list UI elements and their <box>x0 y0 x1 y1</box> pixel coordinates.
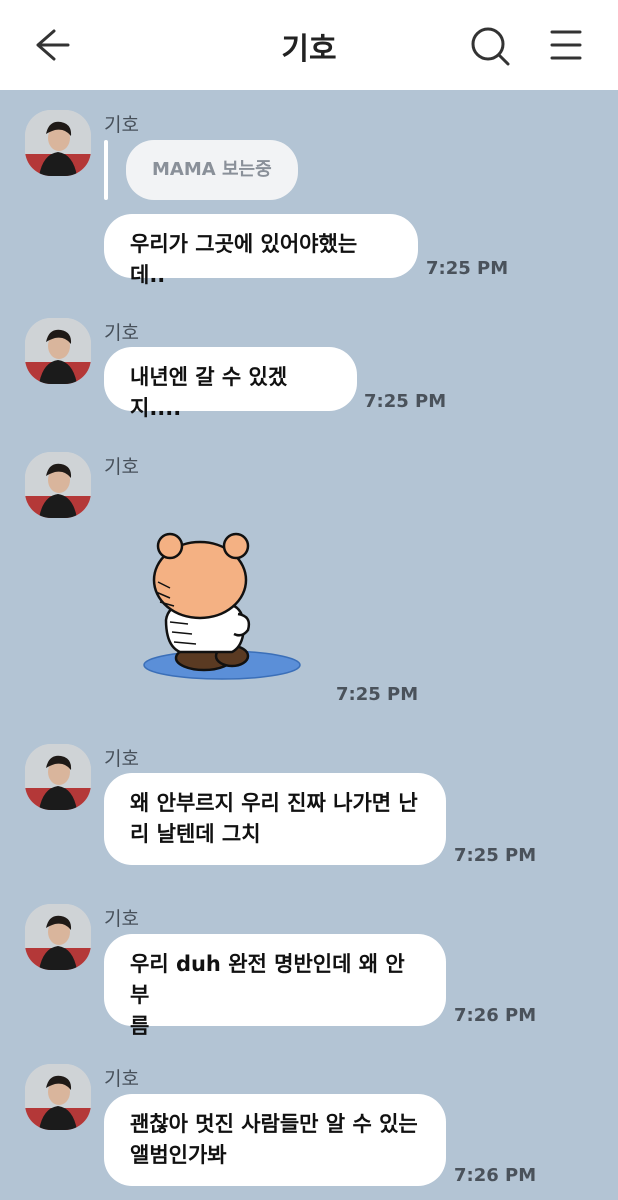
sender-name: 기호 <box>104 748 139 770</box>
avatar[interactable] <box>25 1064 91 1130</box>
avatar[interactable] <box>25 904 91 970</box>
chat-header: 기호 <box>0 0 618 90</box>
search-icon <box>471 27 510 66</box>
profile-photo-icon <box>25 452 91 518</box>
hamburger-menu-icon <box>550 30 582 60</box>
message-time: 7:26 PM <box>454 1005 537 1026</box>
sender-name: 기호 <box>104 908 139 930</box>
message-bubble[interactable]: 우리 duh 완전 명반인데 왜 안부 름 <box>104 934 446 1038</box>
message-time: 7:25 PM <box>454 845 537 866</box>
menu-button[interactable] <box>548 28 584 62</box>
chat-title: 기호 <box>281 32 337 67</box>
profile-photo-icon <box>25 110 91 176</box>
quote-bar <box>104 140 108 200</box>
profile-photo-icon <box>25 318 91 384</box>
message-bubble[interactable]: 우리가 그곳에 있어야했는데.. <box>104 214 418 287</box>
message-time: 7:25 PM <box>426 258 509 279</box>
sticker[interactable] <box>140 530 310 685</box>
quoted-message[interactable]: MAMA 보는중 <box>126 140 298 200</box>
message-bubble[interactable]: 왜 안부르지 우리 진짜 나가면 난 리 날텐데 그치 <box>104 773 446 865</box>
sender-name: 기호 <box>104 322 139 344</box>
profile-photo-icon <box>25 1064 91 1130</box>
message-bubble[interactable]: 내년엔 갈 수 있겠지.... <box>104 347 357 420</box>
search-button[interactable] <box>468 24 512 68</box>
avatar[interactable] <box>25 110 91 176</box>
sender-name: 기호 <box>104 1068 139 1090</box>
message-bubble[interactable]: 괜찮아 멋진 사람들만 알 수 있는 앨범인가봐 <box>104 1094 446 1186</box>
avatar[interactable] <box>25 744 91 810</box>
profile-photo-icon <box>25 744 91 810</box>
message-time: 7:25 PM <box>364 391 447 412</box>
sad-bear-sticker-icon <box>143 532 301 680</box>
profile-photo-icon <box>25 904 91 970</box>
message-time: 7:25 PM <box>336 684 419 705</box>
message-time: 7:26 PM <box>454 1165 537 1186</box>
avatar[interactable] <box>25 318 91 384</box>
sender-name: 기호 <box>104 456 139 478</box>
avatar[interactable] <box>25 452 91 518</box>
sender-name: 기호 <box>104 114 139 136</box>
